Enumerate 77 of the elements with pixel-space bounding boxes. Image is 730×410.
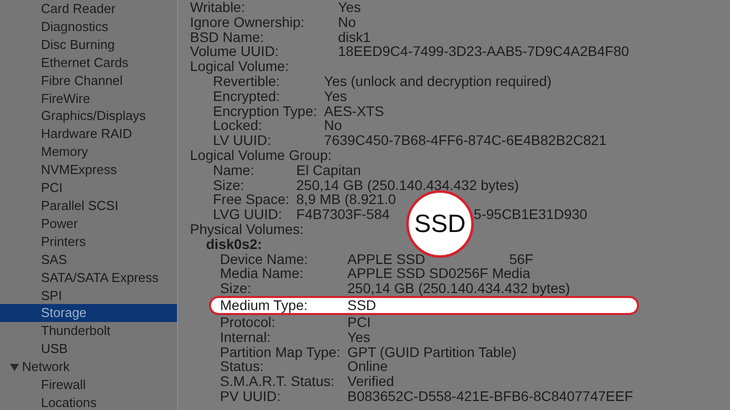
property-value: AES-XTS xyxy=(324,104,384,118)
property-value: APPLE SSD SD0256F Media xyxy=(347,266,530,282)
property-label: S.M.A.R.T. Status: xyxy=(220,374,336,389)
property-value: Yes xyxy=(338,0,361,15)
property-label: PV UUID: xyxy=(220,388,282,404)
sidebar-item[interactable]: Fibre Channel xyxy=(0,72,177,90)
section-heading: Logical Volume Group: xyxy=(190,148,332,163)
property-value: No xyxy=(324,118,342,134)
property-value: APPLE SSD xyxy=(347,252,426,266)
property-label: Status: xyxy=(220,359,265,374)
sidebar-item[interactable]: Printers xyxy=(0,232,177,251)
section-heading: disk0s2: xyxy=(206,236,262,252)
magnified-text: SSD xyxy=(413,209,467,239)
property-value: 5-95CB1E31D930 xyxy=(474,207,588,222)
property-value: SSD xyxy=(347,298,376,313)
sidebar-item[interactable]: PCI xyxy=(0,179,177,197)
property-label: Protocol: xyxy=(220,314,276,330)
property-value: 56F xyxy=(509,252,534,266)
section-heading: Physical Volumes: xyxy=(190,222,304,237)
sidebar-item[interactable]: Hardware RAID xyxy=(0,125,177,144)
disclosure-triangle-icon[interactable] xyxy=(10,362,19,372)
property-value: B083652C-D558-421E-BFB6-8C8407747EEF xyxy=(347,388,633,404)
property-label: Volume UUID: xyxy=(190,44,280,60)
property-value: El Capitan xyxy=(296,162,361,178)
property-label: Media Name: xyxy=(220,266,304,282)
property-value: 250,14 GB (250.140.434.432 bytes) xyxy=(347,281,570,296)
property-value: No xyxy=(338,14,356,30)
property-label: Internal: xyxy=(220,330,272,345)
property-label: Size: xyxy=(220,281,252,296)
sidebar-item[interactable]: Firewall xyxy=(0,376,177,394)
property-label: Revertible: xyxy=(213,74,281,89)
property-value: Yes (unlock and decryption required) xyxy=(324,74,552,89)
sidebar-item[interactable]: Thunderbolt xyxy=(0,322,177,340)
sidebar-item[interactable]: Locations xyxy=(0,394,177,410)
property-value: 18EED9C4-7499-3D23-AAB5-7D9C4A2B4F80 xyxy=(338,44,630,60)
property-value: PCI xyxy=(347,314,371,330)
property-label: Ignore Ownership: xyxy=(190,14,306,30)
property-value: 250,14 GB (250.140.434.432 bytes) xyxy=(296,178,519,192)
sidebar-item[interactable]: Graphics/Displays xyxy=(0,107,177,126)
property-label: Name: xyxy=(213,162,256,178)
property-value: disk1 xyxy=(338,30,371,44)
property-label: LVG UUID: xyxy=(213,207,282,222)
property-label: Locked: xyxy=(213,118,262,134)
property-label: BSD Name: xyxy=(190,30,264,44)
sidebar-item[interactable]: FireWire xyxy=(0,90,177,108)
sidebar-item[interactable]: Parallel SCSI xyxy=(0,196,177,215)
property-label: Size: xyxy=(213,178,246,192)
property-value: Yes xyxy=(347,330,370,345)
sidebar-item[interactable]: Ethernet Cards xyxy=(0,54,177,72)
property-label: Writable: xyxy=(190,0,246,15)
sidebar-item[interactable]: SAS xyxy=(0,250,177,269)
property-label: Partition Map Type: xyxy=(220,344,340,360)
property-value: Verified xyxy=(347,374,394,389)
property-label: Device Name: xyxy=(220,252,309,266)
sidebar-item[interactable]: USB xyxy=(0,340,177,358)
property-label: LV UUID: xyxy=(213,133,272,148)
property-value: Online xyxy=(347,359,388,374)
property-value: GPT (GUID Partition Table) xyxy=(347,344,516,360)
sidebar-item[interactable]: SPI xyxy=(0,286,177,304)
sidebar-item[interactable]: Diagnostics xyxy=(0,18,177,36)
property-value: Yes xyxy=(324,88,347,104)
property-label: Encryption Type: xyxy=(213,104,318,118)
property-value: 7639C450-7B68-4FF6-874C-6E4B82B2C821 xyxy=(324,133,607,148)
sidebar-group-label[interactable]: Network xyxy=(22,358,70,376)
property-label: Free Space: xyxy=(213,192,290,208)
sidebar-item[interactable]: NVMExpress xyxy=(0,161,177,180)
sidebar-item[interactable]: Memory xyxy=(0,143,177,162)
sidebar-item[interactable]: Storage xyxy=(0,304,177,322)
sidebar-item[interactable]: Card Reader xyxy=(0,0,177,18)
property-value: F4B7303F-584 xyxy=(296,207,390,222)
property-label: Encrypted: xyxy=(213,88,281,104)
sidebar-item[interactable]: Disc Burning xyxy=(0,36,177,54)
sidebar-item[interactable]: Power xyxy=(0,214,177,233)
property-value: 8,9 MB (8.921.0 xyxy=(296,192,396,208)
property-label: Medium Type: xyxy=(220,298,309,313)
section-heading: Logical Volume: xyxy=(190,59,289,74)
sidebar-item[interactable]: SATA/SATA Express xyxy=(0,268,177,286)
